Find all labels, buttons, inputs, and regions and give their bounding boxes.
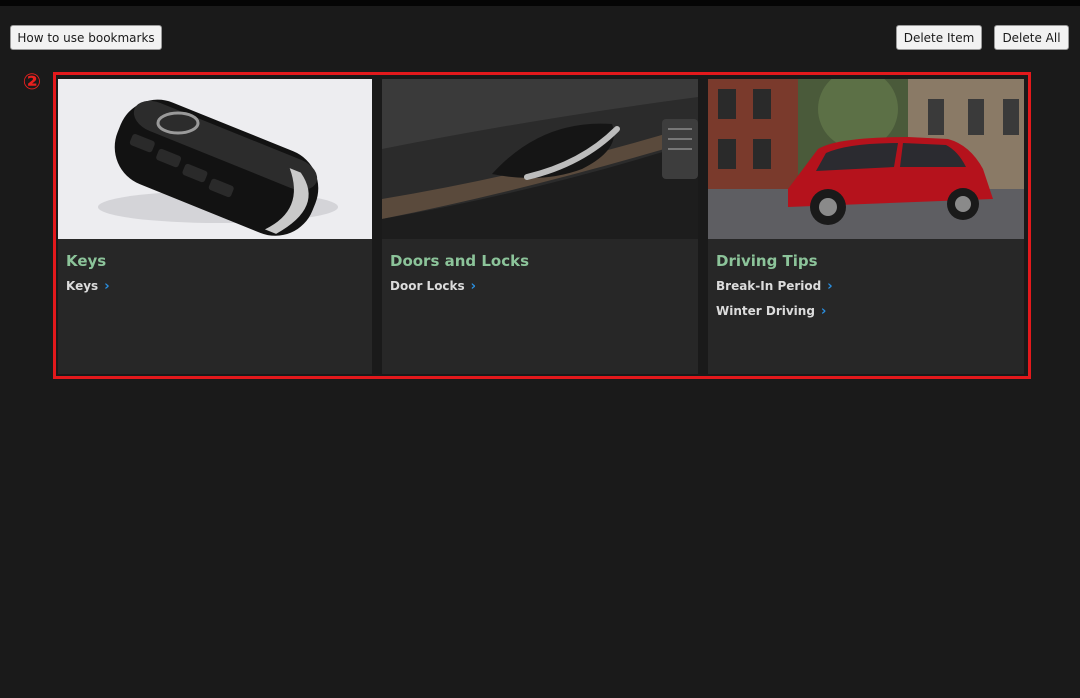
chevron-right-icon: › bbox=[820, 303, 827, 319]
bookmark-card-keys: Keys Keys › bbox=[58, 79, 372, 374]
red-suv-image bbox=[708, 79, 1024, 239]
annotation-marker: ② bbox=[22, 70, 42, 95]
delete-item-button[interactable]: Delete Item bbox=[896, 25, 982, 50]
delete-all-button[interactable]: Delete All bbox=[994, 25, 1069, 50]
card-title-keys: Keys bbox=[66, 252, 107, 270]
link-label: Door Locks bbox=[390, 279, 465, 293]
card-title-doors-and-locks: Doors and Locks bbox=[390, 252, 530, 270]
link-door-locks[interactable]: Door Locks › bbox=[390, 277, 476, 295]
chevron-right-icon: › bbox=[104, 278, 110, 294]
top-strip bbox=[0, 0, 1080, 6]
how-to-use-bookmarks-button[interactable]: How to use bookmarks bbox=[10, 25, 162, 50]
chevron-right-icon: › bbox=[827, 278, 833, 294]
bookmark-card-doors-and-locks: Doors and Locks Door Locks › bbox=[382, 79, 698, 374]
link-label: Break-In Period bbox=[716, 279, 822, 293]
link-keys[interactable]: Keys › bbox=[66, 277, 110, 295]
link-label: Keys bbox=[66, 279, 99, 293]
chevron-right-icon: › bbox=[470, 278, 477, 294]
link-winter-driving[interactable]: Winter Driving › bbox=[716, 302, 826, 320]
card-title-driving-tips: Driving Tips bbox=[716, 252, 818, 270]
door-handle-image bbox=[382, 79, 698, 239]
bookmark-card-driving-tips: Driving Tips Break-In Period › Winter Dr… bbox=[708, 79, 1024, 374]
link-label: Winter Driving bbox=[716, 304, 815, 318]
key-fob-image bbox=[58, 79, 372, 239]
link-break-in-period[interactable]: Break-In Period › bbox=[716, 277, 833, 295]
